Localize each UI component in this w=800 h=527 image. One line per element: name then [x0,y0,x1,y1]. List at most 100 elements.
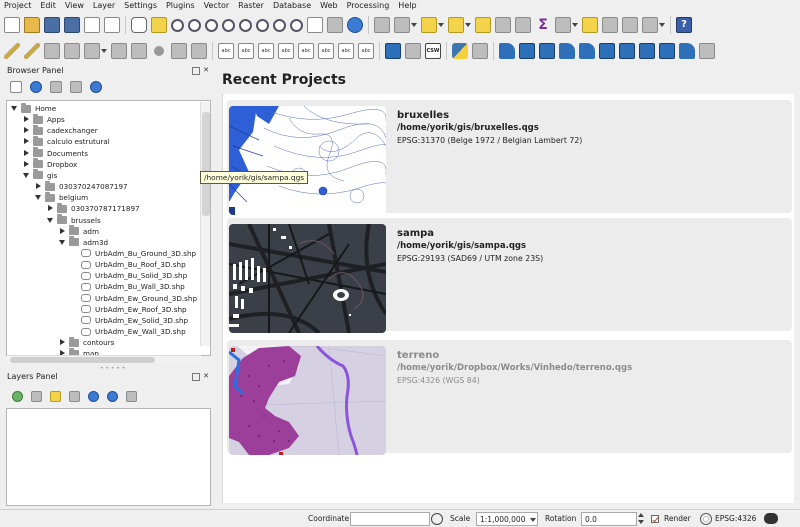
zoom-full-icon[interactable] [222,18,235,32]
change-label-icon[interactable]: abc [358,43,374,59]
close-icon[interactable]: ✕ [202,373,210,381]
tree-item[interactable]: Dropbox [23,158,77,170]
add-delimited-text-layer-icon[interactable] [559,43,575,59]
zoom-out-icon[interactable] [188,18,201,32]
save-project-icon[interactable] [44,17,60,33]
menu-settings[interactable]: Settings [124,0,157,12]
text-annotation-icon[interactable] [642,17,658,33]
field-calculator-icon[interactable] [515,17,531,33]
add-feature-icon[interactable] [64,43,80,59]
new-bookmark-icon[interactable] [602,17,618,33]
tree-vertical-scrollbar[interactable] [200,102,210,346]
identify-features-icon[interactable] [374,17,390,33]
menu-help[interactable]: Help [398,0,416,12]
chevron-down-icon[interactable] [59,239,66,246]
chevron-right-icon[interactable] [59,227,66,235]
add-wms-layer-icon[interactable] [619,43,635,59]
tree-item[interactable]: adm [59,225,99,237]
tree-item[interactable]: gis [23,169,57,181]
chevron-right-icon[interactable] [23,127,30,134]
tree-item[interactable]: UrbAdm_Ew_Roof_3D.shp [71,304,187,315]
zoom-native-icon[interactable] [205,18,218,32]
chevron-right-icon[interactable] [23,160,30,168]
toggle-editing-icon[interactable] [24,43,40,59]
tree-item[interactable]: belgium [35,191,88,203]
tree-item[interactable]: UrbAdm_Bu_Wall_3D.shp [71,281,185,292]
chevron-right-icon[interactable] [47,205,54,212]
delete-selected-icon[interactable] [131,43,147,59]
add-wfs-layer-icon[interactable] [659,43,675,59]
info-icon[interactable] [90,81,102,93]
chevron-right-icon[interactable] [59,339,66,346]
tree-item[interactable]: Documents [23,147,88,159]
new-shapefile-layer-icon[interactable] [519,43,535,59]
tree-item[interactable]: 030370247087197 [35,180,128,192]
scrollbar-thumb[interactable] [10,357,155,363]
refresh-icon[interactable] [347,17,363,33]
chevron-right-icon[interactable] [35,183,42,190]
menu-plugins[interactable]: Plugins [166,0,195,12]
tree-item[interactable]: UrbAdm_Bu_Roof_3D.shp [71,259,186,270]
recent-project-item[interactable]: sampa /home/yorik/gis/sampa.qgs EPSG:291… [227,218,792,333]
menu-vector[interactable]: Vector [204,0,230,12]
globe-icon[interactable] [700,513,712,525]
chevron-right-icon[interactable] [23,138,30,145]
tree-item[interactable]: UrbAdm_Bu_Ground_3D.shp [71,248,196,259]
menu-database[interactable]: Database [273,0,311,12]
chevron-down-icon[interactable] [411,17,417,33]
chevron-down-icon[interactable] [659,17,665,33]
show-hide-labels-icon[interactable]: abc [298,43,314,59]
map-tips-icon[interactable] [582,17,598,33]
pan-map-icon[interactable] [131,17,147,33]
chevron-down-icon[interactable] [47,217,54,224]
tree-item[interactable]: calculo estrutural [23,135,110,147]
add-raster-layer-icon[interactable] [539,43,555,59]
select-by-expression-icon[interactable] [448,17,464,33]
layer-styling-icon[interactable] [12,390,23,402]
new-print-layout-icon[interactable] [84,17,100,33]
new-project-icon[interactable] [4,17,20,33]
add-postgis-layer-icon[interactable] [599,43,615,59]
zoom-to-selection-icon[interactable] [239,18,252,32]
tree-item[interactable]: adm3d [59,236,108,248]
metasearch-icon[interactable] [405,43,421,59]
browser-tree[interactable]: Home Apps cadexchanger calculo estrutural Do… [6,100,211,356]
add-xyz-layer-icon[interactable] [699,43,715,59]
open-attribute-table-icon[interactable] [495,17,511,33]
float-panel-icon[interactable] [192,373,200,381]
save-as-icon[interactable] [64,17,80,33]
new-map-view-icon[interactable] [307,17,323,33]
tree-item[interactable]: Home [11,102,56,114]
zoom-last-icon[interactable] [273,18,286,32]
layout-manager-icon[interactable] [104,17,120,33]
save-layer-edits-icon[interactable] [44,43,60,59]
open-project-icon[interactable] [24,17,40,33]
chevron-right-icon[interactable] [23,116,30,123]
plugin-tool-icon[interactable] [472,43,488,59]
remove-layer-icon[interactable] [126,390,137,402]
menu-project[interactable]: Project [4,0,31,12]
chevron-right-icon[interactable] [23,149,30,157]
menu-processing[interactable]: Processing [347,0,390,12]
toggle-extents-icon[interactable] [431,513,443,525]
zoom-to-layer-icon[interactable] [256,18,269,32]
show-bookmarks-icon[interactable] [622,17,638,33]
chevron-down-icon[interactable] [572,17,578,33]
help-icon[interactable]: ? [676,17,692,33]
data-source-manager-icon[interactable] [385,43,401,59]
temporal-controller-icon[interactable] [327,17,343,33]
collapse-all-icon[interactable] [107,390,118,402]
layer-labeling-icon[interactable]: abc [218,43,234,59]
chevron-down-icon[interactable] [23,172,30,179]
tree-item[interactable]: Apps [23,113,65,125]
refresh-icon[interactable] [30,81,42,93]
measure-line-icon[interactable] [555,17,571,33]
render-checkbox[interactable] [651,515,659,523]
tree-item[interactable]: contours [59,336,114,348]
tree-item[interactable]: UrbAdm_Bu_Solid_3D.shp [71,270,187,281]
add-virtual-layer-icon[interactable] [679,43,695,59]
chevron-down-icon[interactable] [438,17,444,33]
menu-edit[interactable]: Edit [40,0,56,12]
add-wcs-layer-icon[interactable] [639,43,655,59]
panel-splitter-handle[interactable]: • • • • • [100,365,125,372]
